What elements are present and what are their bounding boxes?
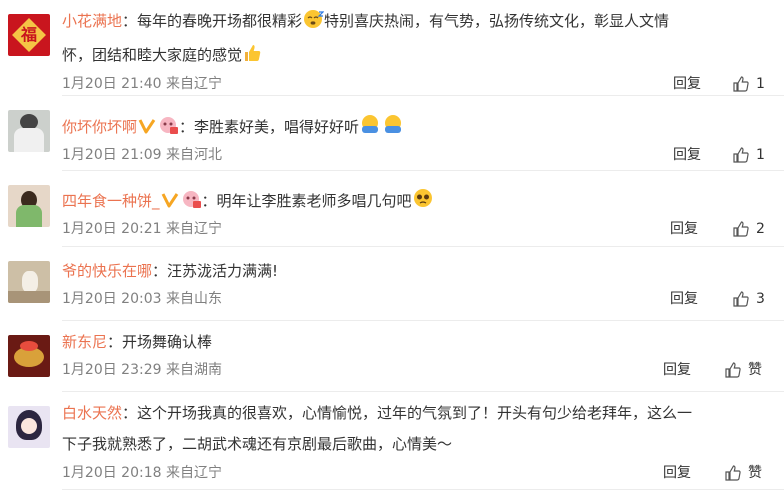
comment-item: 白水天然：这个开场我真的很喜欢，心情愉悦，过年的气氛到了！开头有句少给老拜年，这… bbox=[0, 392, 784, 490]
pleading-emoji-icon bbox=[412, 187, 434, 220]
comment-text-line2: 怀，团结和睦大家庭的感觉 bbox=[62, 46, 243, 64]
comment-text: 李胜素好美，唱得好好听 bbox=[194, 118, 360, 136]
thumbs-up-icon bbox=[725, 362, 741, 378]
comment-text-line2: 下子我就熟悉了，二胡武术魂还有京剧最后歌曲，心情美～ bbox=[62, 435, 453, 453]
like-button[interactable]: 2 bbox=[732, 219, 765, 239]
avatar-fu-text: 福 bbox=[20, 25, 37, 44]
separator: ： bbox=[122, 404, 138, 422]
timestamp-location: 1月20日 23:29 来自湖南 bbox=[62, 362, 222, 378]
comment-meta: 1月20日 20:03 来自山东 回复 3 bbox=[62, 289, 770, 309]
timestamp-location: 1月20日 21:09 来自河北 bbox=[62, 147, 222, 163]
reply-button[interactable]: 回复 bbox=[670, 289, 698, 309]
avatar[interactable]: 福 bbox=[8, 14, 50, 56]
fan-badge-icon bbox=[180, 189, 202, 220]
reply-button[interactable]: 回复 bbox=[670, 219, 698, 239]
avatar[interactable] bbox=[8, 261, 50, 303]
avatar[interactable] bbox=[8, 406, 50, 448]
comment-item: 你坏你坏啊 ：李胜素好美，唱得好好听 1月20日 21:09 来自河北 回复 1 bbox=[0, 96, 784, 171]
comment-body: 新东尼：开场舞确认棒 bbox=[62, 327, 770, 358]
separator: ： bbox=[122, 12, 138, 30]
vip-v-icon bbox=[137, 115, 157, 146]
like-button[interactable]: 1 bbox=[732, 145, 765, 165]
username[interactable]: 爷的快乐在哪 bbox=[62, 262, 152, 280]
timestamp-location: 1月20日 20:21 来自辽宁 bbox=[62, 221, 222, 237]
thumbs-up-icon bbox=[725, 465, 741, 481]
comment-item: 福 小花满地：每年的春晚开场都很精彩 特别喜庆热闹，有气势，弘扬传统文化，彰显人文… bbox=[0, 0, 784, 96]
comment-body: 小花满地：每年的春晚开场都很精彩 特别喜庆热闹，有气势，弘扬传统文化，彰显人文情 … bbox=[62, 6, 770, 74]
username[interactable]: 白水天然 bbox=[62, 404, 122, 422]
like-count: 1 bbox=[756, 147, 765, 163]
comment-text: 每年的春晚开场都很精彩 bbox=[137, 12, 303, 30]
comment-list: 福 小花满地：每年的春晚开场都很精彩 特别喜庆热闹，有气势，弘扬传统文化，彰显人文… bbox=[0, 0, 784, 490]
thumbs-up-emoji-icon bbox=[242, 43, 262, 74]
comment-item: 新东尼：开场舞确认棒 1月20日 23:29 来自湖南 回复 赞 bbox=[0, 321, 784, 392]
comment-meta: 1月20日 23:29 来自湖南 回复 赞 bbox=[62, 360, 770, 380]
comment-body: 你坏你坏啊 ：李胜素好美，唱得好好听 bbox=[62, 112, 770, 146]
vip-v-icon bbox=[160, 189, 180, 220]
comment-meta: 1月20日 20:21 来自辽宁 回复 2 bbox=[62, 219, 770, 239]
comment-meta: 1月20日 21:40 来自辽宁 回复 1 bbox=[62, 74, 770, 94]
thumbs-up-icon bbox=[733, 291, 749, 307]
timestamp-location: 1月20日 20:03 来自山东 bbox=[62, 291, 222, 307]
like-button[interactable]: 赞 bbox=[724, 360, 762, 380]
avatar[interactable] bbox=[8, 110, 50, 152]
clapping-emoji-icon bbox=[359, 113, 405, 146]
like-count: 1 bbox=[756, 76, 765, 92]
separator: ： bbox=[179, 118, 195, 136]
avatar[interactable] bbox=[8, 185, 50, 227]
comment-text-cont: 特别喜庆热闹，有气势，弘扬传统文化，彰显人文情 bbox=[324, 12, 670, 30]
comment-text: 汪苏泷活力满满! bbox=[167, 262, 279, 280]
avatar[interactable] bbox=[8, 335, 50, 377]
username[interactable]: 小花满地 bbox=[62, 12, 122, 30]
thumbs-up-icon bbox=[733, 221, 749, 237]
comment-text: 这个开场我真的很喜欢，心情愉悦，过年的气氛到了！开头有句少给老拜年，这么一 bbox=[137, 404, 693, 422]
comment-body: 四年食一种饼_ ：明年让李胜素老师多唱几句吧 bbox=[62, 186, 770, 220]
like-count: 3 bbox=[756, 291, 765, 307]
username[interactable]: 你坏你坏啊 bbox=[62, 118, 137, 136]
like-button[interactable]: 3 bbox=[732, 289, 765, 309]
comment-body: 爷的快乐在哪：汪苏泷活力满满! bbox=[62, 256, 770, 287]
fan-badge-icon bbox=[157, 115, 179, 146]
reply-button[interactable]: 回复 bbox=[663, 463, 691, 483]
reply-button[interactable]: 回复 bbox=[663, 360, 691, 380]
comment-meta: 1月20日 21:09 来自河北 回复 1 bbox=[62, 145, 770, 165]
thumbs-up-icon bbox=[733, 76, 749, 92]
separator: ： bbox=[107, 333, 123, 351]
separator: ： bbox=[152, 262, 168, 280]
comment-item: 四年食一种饼_ ：明年让李胜素老师多唱几句吧 1月20日 20:21 来自辽宁 回… bbox=[0, 171, 784, 247]
like-label: 赞 bbox=[748, 465, 762, 481]
comment-body: 白水天然：这个开场我真的很喜欢，心情愉悦，过年的气氛到了！开头有句少给老拜年，这… bbox=[62, 398, 770, 460]
timestamp-location: 1月20日 20:18 来自辽宁 bbox=[62, 465, 222, 481]
reply-button[interactable]: 回复 bbox=[673, 145, 701, 165]
comment-text: 开场舞确认棒 bbox=[122, 333, 213, 351]
comment-item: 爷的快乐在哪：汪苏泷活力满满! 1月20日 20:03 来自山东 回复 3 bbox=[0, 247, 784, 321]
like-button[interactable]: 赞 bbox=[724, 463, 762, 483]
like-button[interactable]: 1 bbox=[732, 74, 765, 94]
username[interactable]: 四年食一种饼_ bbox=[62, 192, 160, 210]
timestamp-location: 1月20日 21:40 来自辽宁 bbox=[62, 76, 222, 92]
comment-text: 明年让李胜素老师多唱几句吧 bbox=[216, 192, 412, 210]
reply-button[interactable]: 回复 bbox=[673, 74, 701, 94]
sleepy-emoji-icon bbox=[302, 9, 325, 40]
comment-meta: 1月20日 20:18 来自辽宁 回复 赞 bbox=[62, 463, 770, 483]
username[interactable]: 新东尼 bbox=[62, 333, 107, 351]
like-count: 2 bbox=[756, 221, 765, 237]
thumbs-up-icon bbox=[733, 147, 749, 163]
like-label: 赞 bbox=[748, 362, 762, 378]
separator: ： bbox=[201, 192, 217, 210]
